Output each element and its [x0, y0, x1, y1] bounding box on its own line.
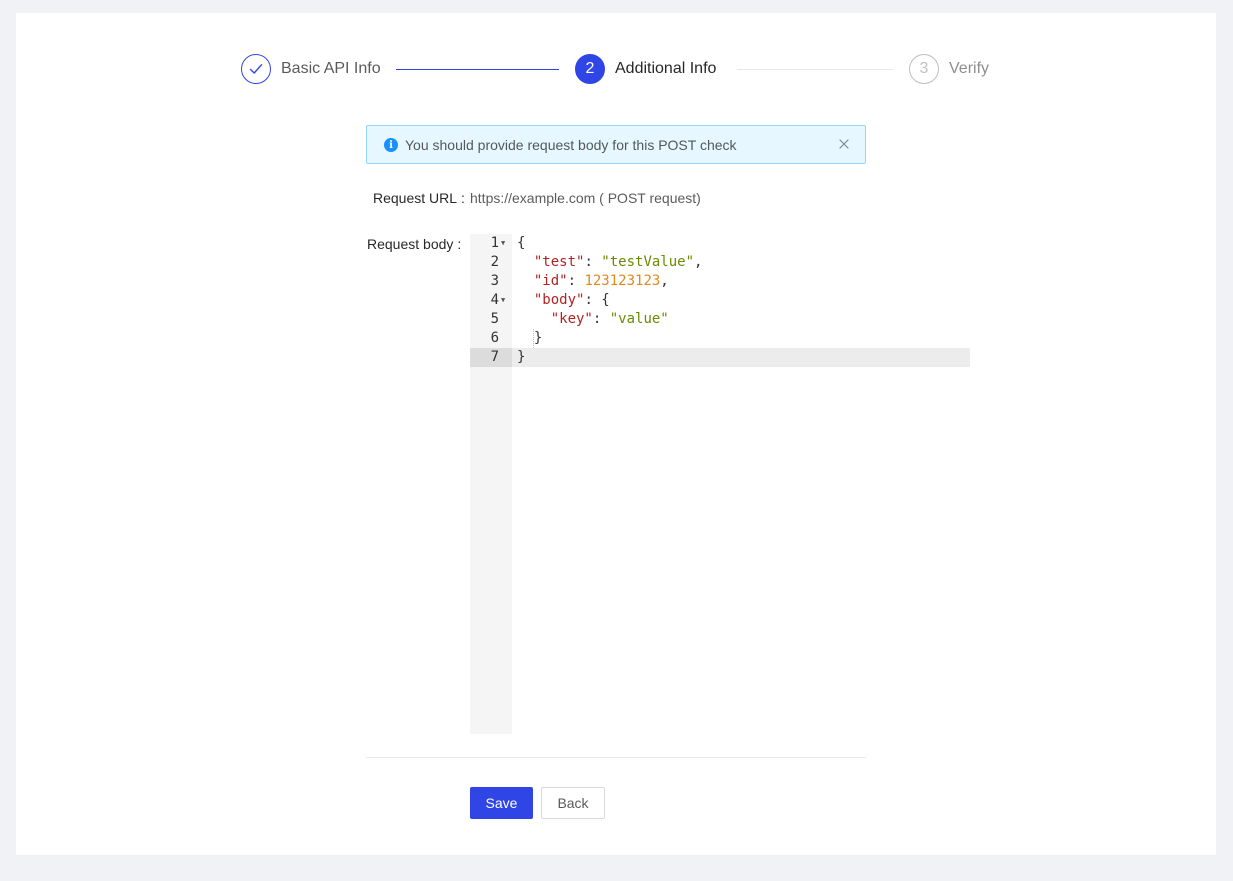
code-token: "test" [533, 254, 585, 270]
code-token: , [660, 273, 669, 289]
code-token: { [517, 235, 526, 251]
line-number: 5 [490, 311, 499, 327]
request-url-value: https://example.com ( POST request) [470, 190, 701, 206]
step-1-check-icon [241, 54, 271, 84]
line-number: 2 [490, 254, 499, 270]
code-token: : [584, 254, 602, 270]
fold-toggle-icon[interactable]: ▼ [501, 234, 505, 253]
alert-message: You should provide request body for this… [405, 137, 737, 153]
code-token: "testValue" [601, 254, 695, 270]
line-number: 3 [490, 273, 499, 289]
request-url-label: Request URL: [373, 190, 465, 206]
request-body-label: Request body: [367, 236, 462, 252]
code-token: "key" [550, 311, 593, 327]
code-token: : { [584, 292, 610, 308]
form-card: Basic API Info 2 Additional Info 3 Verif… [16, 13, 1216, 855]
code-token: "id" [533, 273, 568, 289]
step-1-title: Basic API Info [281, 60, 381, 77]
code-token: : [567, 273, 585, 289]
form-divider [366, 757, 866, 758]
code-line: "test": "testValue", [517, 253, 703, 272]
code-token: "body" [533, 292, 585, 308]
step-3-title: Verify [949, 60, 990, 77]
active-line-highlight [470, 348, 970, 367]
code-token: } [517, 349, 526, 365]
save-button[interactable]: Save [470, 787, 533, 819]
step-3-number: 3 [909, 54, 939, 84]
line-number: 7 [490, 349, 499, 365]
step-2-number: 2 [575, 54, 605, 84]
line-number: 4 [490, 292, 499, 308]
step-2-title: Additional Info [615, 60, 717, 77]
info-alert: i You should provide request body for th… [366, 125, 866, 164]
code-token: 123123123 [584, 273, 661, 289]
step-2-connector [737, 69, 893, 70]
steps-progress: Basic API Info 2 Additional Info 3 Verif… [16, 13, 1216, 125]
code-line: } [517, 329, 542, 348]
code-line: { [517, 234, 525, 253]
code-line: "key": "value" [517, 310, 669, 329]
fold-toggle-icon[interactable]: ▼ [501, 291, 505, 310]
line-number: 6 [490, 330, 499, 346]
info-circle-icon: i [384, 138, 398, 152]
code-line: } [517, 348, 525, 367]
code-token: } [517, 330, 543, 346]
code-token: : [592, 311, 610, 327]
code-line: "body": { [517, 291, 610, 310]
back-button[interactable]: Back [541, 787, 605, 819]
request-body-editor[interactable]: 1 ▼ 2 3 4 ▼ 5 6 7{ "test": "testValue", "id": 12… [470, 234, 970, 734]
line-number: 1 [490, 235, 499, 251]
code-token: , [694, 254, 703, 270]
code-token: "value" [609, 311, 669, 327]
step-1-connector [396, 69, 559, 70]
check-icon [249, 64, 263, 74]
close-icon[interactable] [837, 137, 851, 151]
code-line: "id": 123123123, [517, 272, 669, 291]
